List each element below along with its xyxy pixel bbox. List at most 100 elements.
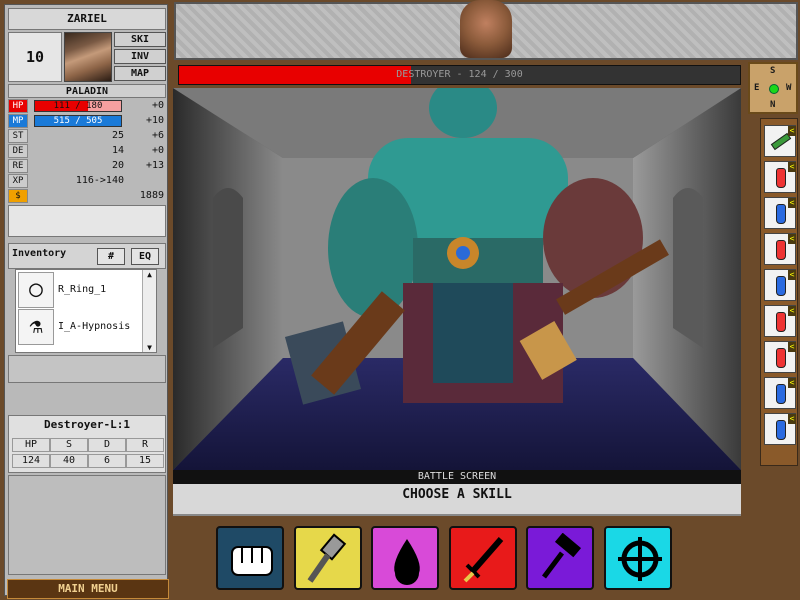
compass: S E W N <box>748 62 798 114</box>
expand-chevron-icon[interactable]: < <box>788 270 796 280</box>
quick-items-bar: < < < < < < < < < <box>760 118 798 466</box>
character-name: ZARIEL <box>8 8 166 30</box>
enemy-s-value: 40 <box>50 454 88 468</box>
xp-value: 116->140 <box>75 175 124 186</box>
red-potion-icon <box>776 240 786 260</box>
hammer-skill-icon[interactable] <box>526 526 594 590</box>
character-level: 10 <box>8 32 62 82</box>
inventory-footer <box>8 355 166 383</box>
map-nav-button[interactable]: MAP <box>114 66 166 81</box>
mp-value: 515 / 505 <box>53 116 103 126</box>
mp-label: MP <box>8 114 28 128</box>
inventory-header: Inventory # EQ <box>8 243 166 269</box>
dagger-skill-icon[interactable] <box>448 526 517 590</box>
inventory-list[interactable]: ◯ R_Ring_1 ⚗ I_A-Hypnosis ▲ ▼ <box>15 269 157 353</box>
compass-n: N <box>770 100 776 110</box>
enemy-hp-bar: DESTROYER - 124 / 300 <box>178 65 741 85</box>
blue-potion-icon <box>776 276 786 296</box>
scroll-up-icon[interactable]: ▲ <box>143 270 156 279</box>
enemy-s-header: S <box>50 438 88 452</box>
re-bonus: +13 <box>145 160 164 171</box>
inventory-sort-button[interactable]: # <box>97 248 125 265</box>
inventory-item[interactable]: ◯ R_Ring_1 <box>18 272 140 308</box>
red-potion-icon <box>776 168 786 188</box>
expand-chevron-icon[interactable]: < <box>788 306 796 316</box>
quick-item-slot[interactable]: < <box>764 413 796 445</box>
gold-icon: $ <box>8 189 28 203</box>
blue-potion-icon <box>776 384 786 404</box>
compass-w: W <box>786 83 792 93</box>
inventory-nav-button[interactable]: INV <box>114 49 166 64</box>
blue-potion-icon <box>776 420 786 440</box>
st-value: 25 <box>111 130 124 141</box>
hp-row: HP 111 / 180 +0 <box>8 99 166 113</box>
quick-item-slot[interactable]: < <box>764 305 796 337</box>
mp-row: MP 515 / 505 +10 <box>8 114 166 128</box>
mace-skill-icon[interactable] <box>293 526 362 590</box>
enemy-d-header: D <box>88 438 126 452</box>
left-arch <box>213 188 243 348</box>
blood-drop-skill-icon[interactable] <box>371 526 439 590</box>
ring-icon: ◯ <box>18 272 54 308</box>
enemy-hp-value: 124 <box>12 454 50 468</box>
empty-panel <box>8 475 166 575</box>
enemy-d-value: 6 <box>88 454 126 468</box>
mp-bonus: +10 <box>145 115 164 126</box>
hp-bar: 111 / 180 <box>34 100 122 112</box>
hp-bonus: +0 <box>151 100 164 111</box>
player-marker-icon <box>769 84 779 94</box>
scroll-down-icon[interactable]: ▼ <box>143 343 156 352</box>
quick-item-slot[interactable]: < <box>764 125 796 157</box>
de-value: 14 <box>111 145 124 156</box>
punch-skill-icon[interactable] <box>216 526 284 590</box>
compass-s: S <box>770 66 776 76</box>
expand-chevron-icon[interactable]: < <box>788 234 796 244</box>
inventory-item-label: R_Ring_1 <box>58 284 107 295</box>
main-menu-button[interactable]: MAIN MENU <box>7 579 169 599</box>
quick-item-slot[interactable]: < <box>764 269 796 301</box>
de-row: DE 14 +0 <box>8 144 166 158</box>
blue-potion-icon <box>776 204 786 224</box>
expand-chevron-icon[interactable]: < <box>788 198 796 208</box>
expand-chevron-icon[interactable]: < <box>788 162 796 172</box>
expand-chevron-icon[interactable]: < <box>788 126 796 136</box>
quick-item-slot[interactable]: < <box>764 197 796 229</box>
quick-item-slot[interactable]: < <box>764 233 796 265</box>
quick-item-slot[interactable]: < <box>764 161 796 193</box>
skill-bar <box>172 518 798 600</box>
compass-e: E <box>754 83 760 93</box>
enemy-r-header: R <box>126 438 164 452</box>
statue-bust-icon <box>460 0 512 58</box>
character-panel: ZARIEL 10 SKI INV MAP PALADIN HP 111 / 1… <box>4 4 169 599</box>
red-potion-icon <box>776 348 786 368</box>
hp-label: HP <box>8 99 28 113</box>
enemy-hp-header: HP <box>12 438 50 452</box>
st-bonus: +6 <box>151 130 164 141</box>
expand-chevron-icon[interactable]: < <box>788 342 796 352</box>
de-bonus: +0 <box>151 145 164 156</box>
equipment-button[interactable]: EQ <box>131 248 159 265</box>
red-potion-icon <box>776 312 786 332</box>
inventory-scrollbar[interactable]: ▲ ▼ <box>142 270 156 352</box>
character-class: PALADIN <box>8 84 166 98</box>
target-skill-icon[interactable] <box>603 526 672 590</box>
re-row: RE 20 +13 <box>8 159 166 173</box>
enemy-r-value: 15 <box>126 454 164 468</box>
st-label: ST <box>8 129 28 143</box>
skills-nav-button[interactable]: SKI <box>114 32 166 47</box>
quick-item-slot[interactable]: < <box>764 341 796 373</box>
xp-label: XP <box>8 174 28 188</box>
hp-value: 111 / 180 <box>53 101 103 111</box>
enemy-stat-headers: HP S D R <box>12 438 164 452</box>
inventory-item[interactable]: ⚗ I_A-Hypnosis <box>18 309 140 345</box>
enemy-info-panel: Destroyer-L:1 HP S D R 124 40 6 15 <box>8 415 166 473</box>
battle-screen-label: BATTLE SCREEN <box>173 470 741 484</box>
quick-item-slot[interactable]: < <box>764 377 796 409</box>
expand-chevron-icon[interactable]: < <box>788 378 796 388</box>
expand-chevron-icon[interactable]: < <box>788 414 796 424</box>
inventory-item-label: I_A-Hypnosis <box>58 321 131 332</box>
re-label: RE <box>8 159 28 173</box>
inventory-title: Inventory <box>12 248 67 259</box>
battle-scene <box>173 88 741 470</box>
xp-row: XP 116->140 <box>8 174 166 188</box>
